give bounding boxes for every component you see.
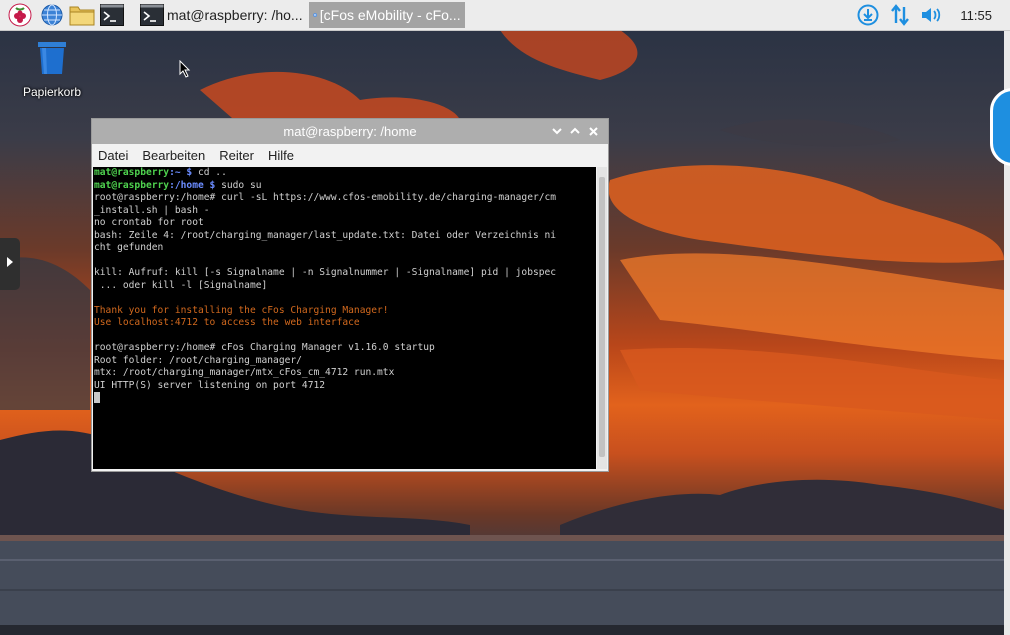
notification-bubble[interactable] <box>990 88 1010 166</box>
window-titlebar[interactable]: mat@raspberry: /home <box>92 119 608 144</box>
terminal-line <box>94 392 596 405</box>
terminal-line: mtx: /root/charging_manager/mtx_cFos_cm_… <box>94 367 395 378</box>
volume-icon[interactable] <box>918 1 946 29</box>
terminal-line: Use localhost:4712 to access the web int… <box>94 317 360 328</box>
prompt-path: :~ $ <box>169 167 193 178</box>
window-title: mat@raspberry: /home <box>283 124 417 139</box>
side-panel-toggle[interactable] <box>0 238 20 290</box>
minimize-button[interactable] <box>548 123 566 139</box>
terminal-window: mat@raspberry: /home Datei Bearbeiten Re… <box>91 118 609 472</box>
taskbar: mat@raspberry: /ho... [cFos eMobility - … <box>0 0 1010 31</box>
system-tray: 11:55 <box>854 0 1010 30</box>
menu-datei[interactable]: Datei <box>98 148 128 163</box>
menu-bearbeiten[interactable]: Bearbeiten <box>142 148 205 163</box>
terminal-line: root@raspberry:/home# cFos Charging Mana… <box>94 342 435 353</box>
task-label: mat@raspberry: /ho... <box>167 7 303 23</box>
task-label: [cFos eMobility - cFo... <box>319 7 461 23</box>
close-icon <box>588 126 598 136</box>
file-manager-icon[interactable] <box>68 1 96 29</box>
terminal-icon <box>140 4 164 26</box>
clock[interactable]: 11:55 <box>960 8 992 23</box>
text-cursor <box>94 392 100 403</box>
trash-desktop-icon[interactable]: Papierkorb <box>16 40 88 99</box>
prompt-path: :/home $ <box>169 179 216 191</box>
menu-hilfe[interactable]: Hilfe <box>268 148 294 163</box>
chromium-icon <box>312 13 317 17</box>
prompt-user: mat@raspberry <box>94 167 170 178</box>
terminal-line: no crontab for root <box>94 217 204 228</box>
terminal-line: _install.sh | bash - <box>94 204 210 216</box>
maximize-button[interactable] <box>566 123 584 139</box>
trash-icon <box>38 42 66 74</box>
raspberry-menu-icon[interactable] <box>6 1 34 29</box>
command-text: sudo su <box>215 179 262 191</box>
command-text: cd .. <box>192 167 227 178</box>
terminal-line: kill: Aufruf: kill [-s Signalname | -n S… <box>94 267 557 278</box>
terminal-line: root@raspberry:/home# curl -sL https://w… <box>94 192 557 203</box>
task-chromium[interactable]: [cFos eMobility - cFo... <box>308 2 465 28</box>
chevron-up-icon <box>570 127 580 134</box>
terminal-line: cht gefunden <box>94 242 164 253</box>
terminal-line: ... oder kill -l [Signalname] <box>94 279 268 291</box>
terminal-line: Thank you for installing the cFos Chargi… <box>94 304 389 316</box>
terminal-line: UI HTTP(S) server listening on port 4712 <box>94 379 326 391</box>
menu-reiter[interactable]: Reiter <box>219 148 254 163</box>
task-terminal[interactable]: mat@raspberry: /ho... <box>136 2 307 28</box>
terminal-launcher-icon[interactable] <box>98 1 126 29</box>
close-button[interactable] <box>584 123 602 139</box>
download-icon[interactable] <box>854 1 882 29</box>
trash-label: Papierkorb <box>22 85 82 99</box>
network-transfer-icon[interactable] <box>886 1 914 29</box>
terminal-output[interactable]: mat@raspberry:~ $ cd .. mat@raspberry:/h… <box>93 167 596 469</box>
scrollbar-thumb[interactable] <box>599 177 605 457</box>
chevron-down-icon <box>552 128 562 135</box>
prompt-user: mat@raspberry <box>94 179 170 191</box>
terminal-line: Root folder: /root/charging_manager/ <box>94 354 302 366</box>
web-browser-icon[interactable] <box>38 1 66 29</box>
chevron-right-icon <box>7 257 13 267</box>
terminal-line: bash: Zeile 4: /root/charging_manager/la… <box>94 229 557 241</box>
terminal-line: mat@raspberry:/home $ sudo su <box>94 180 596 193</box>
terminal-scrollbar[interactable] <box>597 167 607 469</box>
terminal-line: mat@raspberry:~ $ cd .. <box>94 167 596 180</box>
menubar: Datei Bearbeiten Reiter Hilfe <box>92 144 608 166</box>
mouse-pointer-icon <box>179 60 191 78</box>
